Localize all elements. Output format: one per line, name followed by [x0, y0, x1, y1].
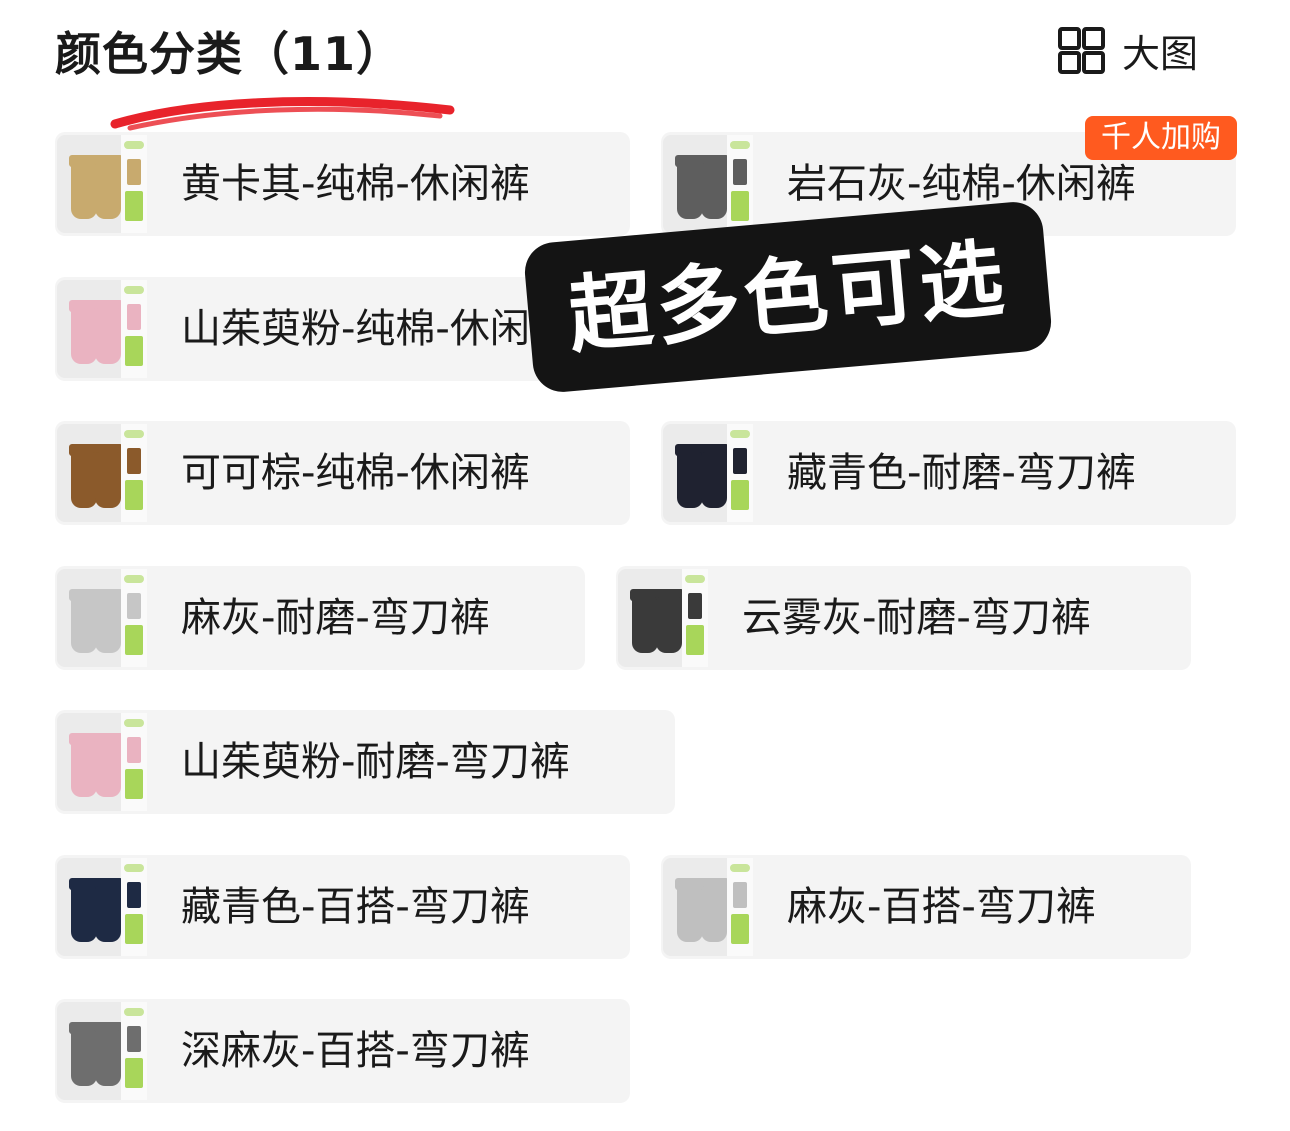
- product-thumbnail: [618, 569, 708, 667]
- option-label: 藏青色-耐磨-弯刀裤: [787, 450, 1136, 496]
- grid-icon: [1058, 27, 1105, 74]
- option-label: 麻灰-耐磨-弯刀裤: [181, 595, 490, 641]
- page-title: 颜色分类（11）: [55, 27, 404, 81]
- color-option[interactable]: 藏青色-百搭-弯刀裤: [55, 855, 630, 959]
- option-label: 藏青色-百搭-弯刀裤: [181, 884, 530, 930]
- color-option[interactable]: 山茱萸粉-耐磨-弯刀裤: [55, 710, 675, 814]
- option-label: 麻灰-百搭-弯刀裤: [787, 884, 1096, 930]
- product-thumbnail: [57, 1002, 147, 1100]
- product-thumbnail: [57, 713, 147, 811]
- product-thumbnail: [57, 135, 147, 233]
- color-option[interactable]: 黄卡其-纯棉-休闲裤: [55, 132, 630, 236]
- option-label: 山茱萸粉-纯棉-休闲裤: [181, 306, 570, 352]
- color-option[interactable]: 藏青色-耐磨-弯刀裤: [661, 421, 1236, 525]
- product-thumbnail: [57, 280, 147, 378]
- product-thumbnail: [663, 424, 753, 522]
- hot-badge: 千人加购: [1085, 116, 1237, 160]
- option-label: 山茱萸粉-耐磨-弯刀裤: [181, 739, 570, 785]
- option-label: 深麻灰-百搭-弯刀裤: [181, 1028, 530, 1074]
- color-option[interactable]: 云雾灰-耐磨-弯刀裤: [616, 566, 1191, 670]
- product-thumbnail: [57, 858, 147, 956]
- product-thumbnail: [663, 858, 753, 956]
- option-label: 可可棕-纯棉-休闲裤: [181, 450, 530, 496]
- red-brush-underline: [110, 97, 455, 131]
- option-label: 云雾灰-耐磨-弯刀裤: [742, 595, 1091, 641]
- color-option[interactable]: 可可棕-纯棉-休闲裤: [55, 421, 630, 525]
- view-label: 大图: [1122, 31, 1199, 76]
- option-label: 黄卡其-纯棉-休闲裤: [181, 161, 530, 207]
- color-option[interactable]: 麻灰-耐磨-弯刀裤: [55, 566, 585, 670]
- product-thumbnail: [57, 424, 147, 522]
- product-thumbnail: [57, 569, 147, 667]
- color-option[interactable]: 麻灰-百搭-弯刀裤: [661, 855, 1191, 959]
- color-option[interactable]: 深麻灰-百搭-弯刀裤: [55, 999, 630, 1103]
- product-thumbnail: [663, 135, 753, 233]
- large-image-toggle[interactable]: 大图: [1058, 22, 1198, 78]
